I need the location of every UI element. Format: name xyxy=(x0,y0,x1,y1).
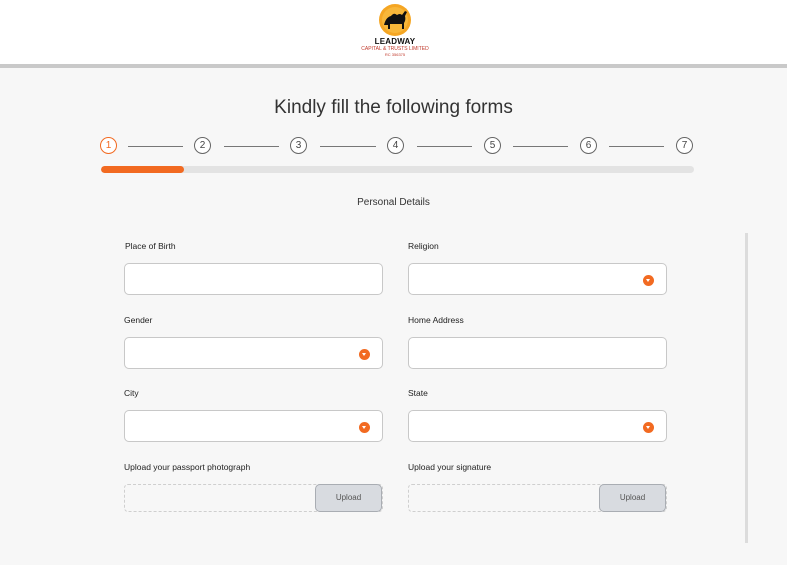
home-address-input[interactable] xyxy=(408,337,667,369)
step-connector xyxy=(513,146,568,147)
step-connector xyxy=(128,146,183,147)
brand-name: LEADWAY xyxy=(374,37,416,46)
step-connector xyxy=(609,146,664,147)
religion-label: Religion xyxy=(408,241,439,251)
step-6[interactable]: 6 xyxy=(580,137,597,154)
company-logo[interactable]: LEADWAY CAPITAL & TRUSTS LIMITED RC 3563… xyxy=(355,3,435,61)
passport-upload-button[interactable]: Upload xyxy=(315,484,382,512)
city-select[interactable] xyxy=(124,410,383,442)
step-connector xyxy=(320,146,376,147)
scrollbar[interactable] xyxy=(745,233,748,543)
progress-bar xyxy=(101,166,694,173)
progress-fill xyxy=(101,166,185,173)
camel-logo-icon xyxy=(379,4,411,36)
step-connector xyxy=(224,146,279,147)
stepper: 1 2 3 4 5 6 7 xyxy=(100,137,694,157)
signature-upload-field[interactable]: Upload xyxy=(408,484,667,512)
step-5[interactable]: 5 xyxy=(484,137,501,154)
state-label: State xyxy=(408,388,428,398)
signature-label: Upload your signature xyxy=(408,462,492,472)
step-1[interactable]: 1 xyxy=(100,137,117,154)
section-title: Personal Details xyxy=(357,197,430,208)
signature-upload-button[interactable]: Upload xyxy=(599,484,666,512)
brand-rc: RC 356375 xyxy=(384,52,406,57)
home-address-label: Home Address xyxy=(408,315,464,325)
city-label: City xyxy=(124,388,139,398)
place-of-birth-label: Place of Birth xyxy=(125,241,176,251)
chevron-down-icon xyxy=(643,275,654,286)
chevron-down-icon xyxy=(643,422,654,433)
step-connector xyxy=(417,146,472,147)
place-of-birth-input[interactable] xyxy=(124,263,383,295)
passport-label: Upload your passport photograph xyxy=(124,462,251,472)
gender-select[interactable] xyxy=(124,337,383,369)
header-bar: LEADWAY CAPITAL & TRUSTS LIMITED RC 3563… xyxy=(0,0,787,68)
gender-label: Gender xyxy=(124,315,153,325)
page-title: Kindly fill the following forms xyxy=(274,97,513,118)
religion-select[interactable] xyxy=(408,263,667,295)
step-2[interactable]: 2 xyxy=(194,137,211,154)
chevron-down-icon xyxy=(359,422,370,433)
step-3[interactable]: 3 xyxy=(290,137,307,154)
passport-upload-field[interactable]: Upload xyxy=(124,484,383,512)
chevron-down-icon xyxy=(359,349,370,360)
step-7[interactable]: 7 xyxy=(676,137,693,154)
state-select[interactable] xyxy=(408,410,667,442)
step-4[interactable]: 4 xyxy=(387,137,404,154)
